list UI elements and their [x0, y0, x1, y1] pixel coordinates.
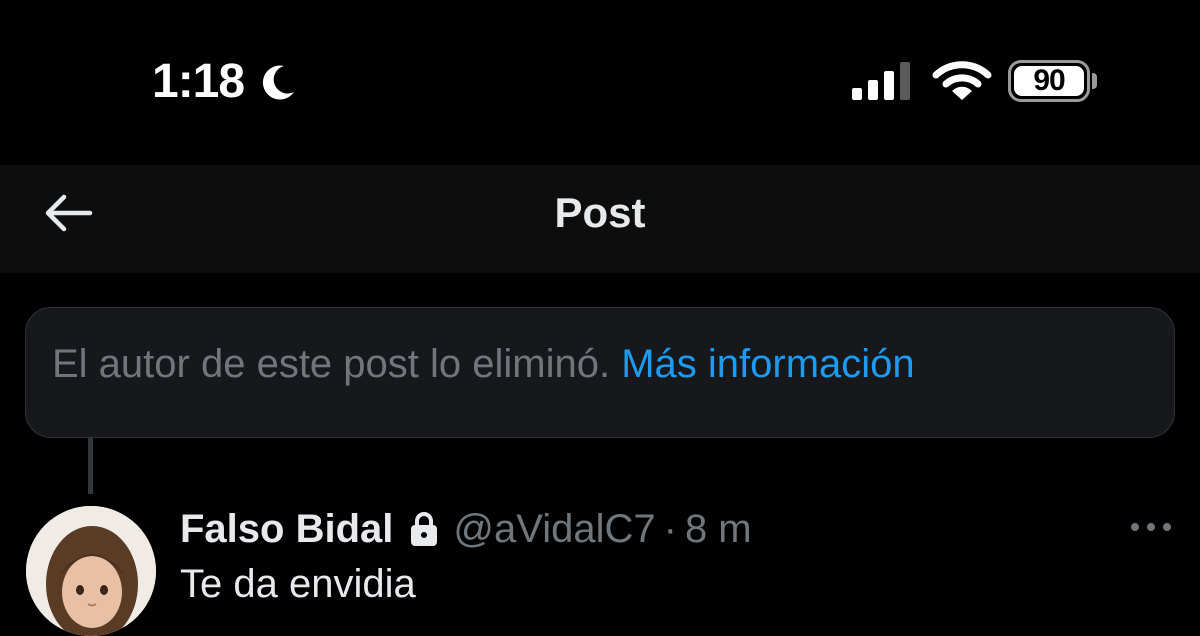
battery-level: 90 [1033, 64, 1065, 97]
battery-indicator: 90 [1008, 60, 1090, 102]
page-title: Post [554, 189, 646, 236]
lock-icon [411, 512, 438, 546]
deleted-post-notice: El autor de este post lo eliminó. Más in… [25, 307, 1175, 438]
cellular-signal-icon [852, 62, 910, 100]
status-bar: 1:18 90 [0, 0, 1200, 165]
battery-fill: 90 [1014, 64, 1084, 97]
display-name[interactable]: Falso Bidal [180, 507, 393, 552]
moon-icon [262, 65, 294, 100]
more-info-link[interactable]: Más información [621, 342, 914, 386]
nav-header: Post [0, 165, 1200, 273]
battery-nub [1092, 73, 1097, 89]
user-handle[interactable]: @aVidalC7 [453, 507, 655, 552]
avatar-image [26, 506, 156, 636]
deleted-notice-text: El autor de este post lo eliminó. [52, 342, 611, 386]
avatar[interactable] [26, 506, 156, 636]
separator-dot: · [663, 506, 677, 551]
post-timestamp[interactable]: 8 m [685, 507, 752, 552]
post-header: Falso Bidal @aVidalC7 · 8 m [180, 504, 752, 554]
post-text: Te da envidia [180, 562, 416, 606]
wifi-icon [932, 61, 992, 100]
status-time: 1:18 [152, 55, 245, 108]
more-horizontal-icon[interactable] [1128, 514, 1174, 540]
thread-connector-line [88, 438, 93, 494]
